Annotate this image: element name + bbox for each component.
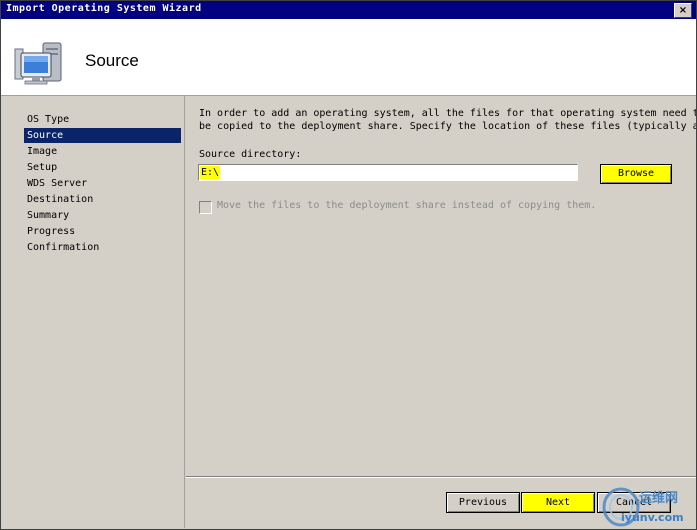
move-files-label: Move the files to the deployment share i…	[217, 200, 597, 211]
nav-item-destination[interactable]: Destination	[24, 192, 181, 207]
footer-divider	[186, 476, 696, 478]
nav-item-source[interactable]: Source	[24, 128, 181, 143]
instructions-line-1: In order to add an operating system, all…	[199, 108, 696, 119]
source-directory-field[interactable]	[198, 164, 579, 181]
wizard-window: Import Operating System Wizard × Source …	[0, 0, 697, 530]
wizard-steps-nav: OS Type Source Image Setup WDS Server De…	[2, 96, 185, 528]
instructions-text: In order to add an operating system, all…	[199, 107, 696, 133]
source-directory-input[interactable]	[199, 165, 579, 180]
instructions-line-2: be copied to the deployment share. Speci…	[199, 121, 696, 132]
nav-item-os-type[interactable]: OS Type	[24, 112, 181, 127]
title-bar[interactable]: Import Operating System Wizard ×	[1, 1, 696, 19]
close-icon: ×	[678, 5, 688, 16]
nav-item-summary[interactable]: Summary	[24, 208, 181, 223]
watermark-url: iyunv.com	[621, 511, 684, 524]
nav-item-wds-server[interactable]: WDS Server	[24, 176, 181, 191]
window-title: Import Operating System Wizard	[6, 3, 202, 14]
wizard-content: In order to add an operating system, all…	[186, 96, 696, 476]
next-button[interactable]: Next	[521, 492, 595, 513]
nav-item-progress[interactable]: Progress	[24, 224, 181, 239]
source-directory-label: Source directory:	[199, 149, 302, 160]
close-button[interactable]: ×	[674, 3, 692, 18]
wizard-header: Source	[1, 19, 696, 96]
previous-button[interactable]: Previous	[446, 492, 520, 513]
computer-monitor-icon	[14, 42, 62, 85]
browse-button[interactable]: Browse	[600, 164, 672, 184]
watermark-text: 运维网	[639, 491, 679, 506]
page-title: Source	[85, 51, 139, 70]
nav-item-image[interactable]: Image	[24, 144, 181, 159]
nav-item-confirmation[interactable]: Confirmation	[24, 240, 181, 255]
nav-item-setup[interactable]: Setup	[24, 160, 181, 175]
move-files-checkbox[interactable]	[199, 201, 212, 214]
